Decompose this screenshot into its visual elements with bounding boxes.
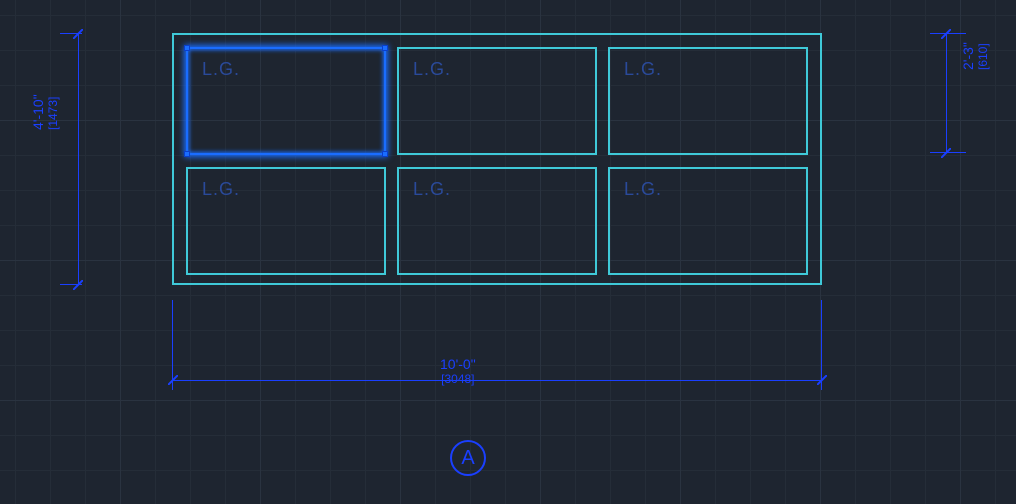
dimension-arrow-icon xyxy=(73,29,83,39)
glass-pane-2[interactable]: L.G. xyxy=(397,47,597,155)
glass-pane-1[interactable]: L.G. xyxy=(186,47,386,155)
dimension-value-imperial: 4'-10" xyxy=(30,94,46,130)
dimension-arrow-icon xyxy=(73,280,83,290)
glass-pane-5[interactable]: L.G. xyxy=(397,167,597,275)
drawing-canvas[interactable]: L.G. L.G. L.G. L.G. L.G. L.G. 4'-10" xyxy=(0,0,1016,504)
dimension-value-metric: [610] xyxy=(976,42,990,70)
resize-handle-bottom-right[interactable] xyxy=(382,151,388,157)
dimension-value-metric: [1473] xyxy=(46,94,60,130)
resize-handle-top-left[interactable] xyxy=(184,45,190,51)
dimension-text-width[interactable]: 10'-0" [3048] xyxy=(440,356,476,386)
dimension-line-height[interactable] xyxy=(78,33,79,285)
dimension-value-metric: [3048] xyxy=(440,372,476,386)
elevation-tag-letter: A xyxy=(461,447,474,470)
resize-handle-bottom-left[interactable] xyxy=(184,151,190,157)
pane-label: L.G. xyxy=(413,179,451,200)
dimension-value-imperial: 10'-0" xyxy=(440,356,476,372)
glass-pane-6[interactable]: L.G. xyxy=(608,167,808,275)
dimension-arrow-icon xyxy=(817,375,827,385)
pane-label: L.G. xyxy=(624,59,662,80)
dimension-text-pane-height[interactable]: 2'-3" [610] xyxy=(960,42,990,70)
dimension-arrow-icon xyxy=(941,148,951,158)
dimension-arrow-icon xyxy=(941,29,951,39)
dimension-line-width[interactable] xyxy=(172,380,822,381)
dimension-text-height[interactable]: 4'-10" [1473] xyxy=(30,94,60,130)
dimension-line-pane-height[interactable] xyxy=(946,33,947,153)
pane-label: L.G. xyxy=(202,59,240,80)
storefront-outer-frame[interactable]: L.G. L.G. L.G. L.G. L.G. L.G. xyxy=(172,33,822,285)
pane-label: L.G. xyxy=(413,59,451,80)
glass-pane-3[interactable]: L.G. xyxy=(608,47,808,155)
resize-handle-top-right[interactable] xyxy=(382,45,388,51)
pane-label: L.G. xyxy=(202,179,240,200)
pane-label: L.G. xyxy=(624,179,662,200)
glass-pane-4[interactable]: L.G. xyxy=(186,167,386,275)
dimension-value-imperial: 2'-3" xyxy=(960,42,976,70)
elevation-tag[interactable]: A xyxy=(450,440,486,476)
dimension-arrow-icon xyxy=(168,375,178,385)
